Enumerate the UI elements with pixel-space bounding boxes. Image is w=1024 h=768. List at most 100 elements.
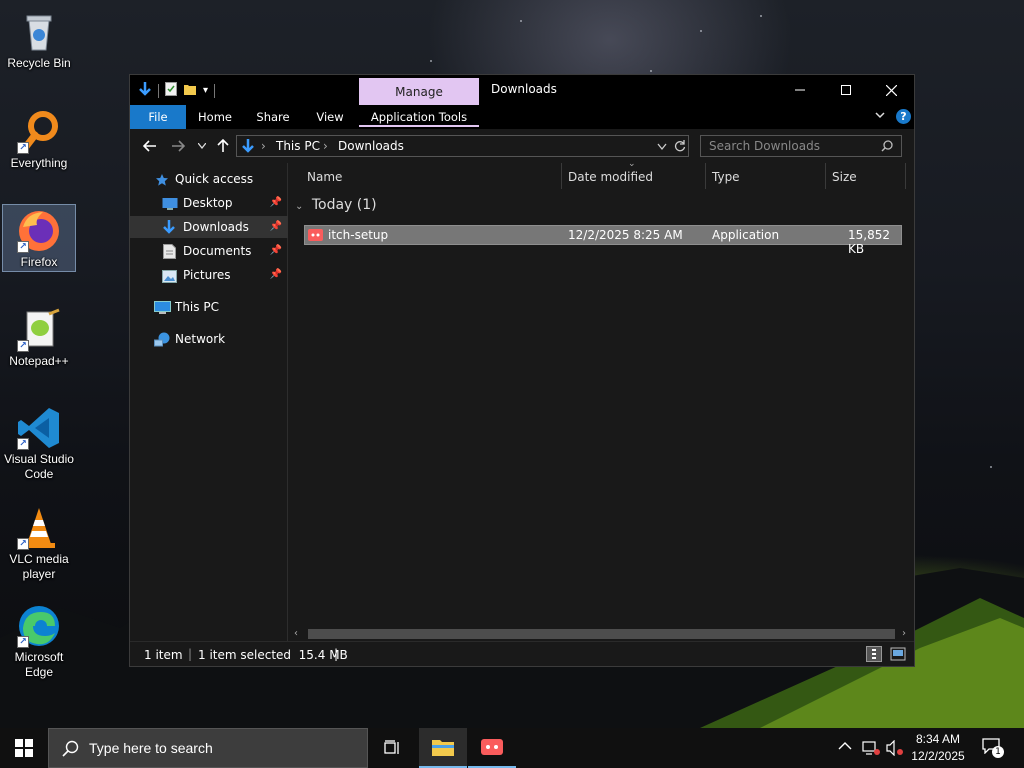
column-header-date-modified[interactable]: Date modified bbox=[568, 163, 653, 191]
breadcrumb-downloads[interactable]: Downloads bbox=[338, 139, 404, 153]
tab-application-tools[interactable]: Application Tools bbox=[359, 105, 479, 127]
nav-item-this-pc[interactable]: This PC bbox=[130, 296, 288, 318]
column-divider[interactable] bbox=[905, 163, 906, 189]
column-divider[interactable] bbox=[705, 163, 706, 189]
back-button[interactable] bbox=[142, 138, 158, 154]
taskbar-search-box[interactable]: Type here to search bbox=[48, 728, 368, 768]
minimize-button[interactable] bbox=[777, 75, 823, 105]
column-divider[interactable] bbox=[561, 163, 562, 189]
desktop-icon-notepad-plus-plus[interactable]: ↗ Notepad++ bbox=[2, 304, 76, 369]
close-button[interactable] bbox=[868, 75, 914, 105]
vscode-icon: ↗ bbox=[15, 404, 63, 452]
windows-logo-icon bbox=[15, 739, 33, 757]
pin-icon[interactable]: 📌 bbox=[270, 192, 282, 214]
shortcut-arrow-icon: ↗ bbox=[17, 538, 29, 550]
properties-icon[interactable] bbox=[165, 82, 177, 99]
help-icon[interactable]: ? bbox=[896, 109, 911, 124]
computer-icon bbox=[154, 300, 171, 314]
scrollbar-thumb[interactable] bbox=[308, 629, 895, 639]
search-input[interactable] bbox=[709, 139, 879, 153]
horizontal-scrollbar[interactable]: ‹ › bbox=[290, 627, 914, 641]
taskbar-itch[interactable] bbox=[468, 728, 516, 768]
expand-ribbon-chevron-icon[interactable] bbox=[874, 109, 886, 124]
details-view-button[interactable] bbox=[866, 646, 882, 662]
pin-icon[interactable]: 📌 bbox=[270, 216, 282, 238]
toolbar-divider bbox=[214, 83, 216, 98]
selection-info: 1 item selected 15.4 MB bbox=[198, 648, 348, 662]
itch-app-icon bbox=[481, 739, 503, 755]
desktop-icon-label: Microsoft Edge bbox=[14, 650, 64, 679]
item-count: 1 item bbox=[144, 648, 183, 662]
tab-file[interactable]: File bbox=[130, 105, 186, 129]
show-hidden-icons-chevron-icon[interactable] bbox=[838, 740, 852, 754]
nav-label: Documents bbox=[183, 244, 252, 258]
forward-button[interactable] bbox=[170, 138, 186, 154]
volume-muted-icon[interactable] bbox=[886, 739, 904, 759]
start-button[interactable] bbox=[0, 728, 48, 768]
itch-app-icon bbox=[308, 228, 323, 245]
column-header-type[interactable]: Type bbox=[712, 163, 740, 191]
system-clock[interactable]: 8:34 AM 12/2/2025 bbox=[906, 731, 970, 765]
new-folder-icon[interactable] bbox=[183, 82, 197, 99]
nav-label: Network bbox=[175, 332, 226, 346]
status-divider: | bbox=[188, 647, 193, 661]
breadcrumb-this-pc[interactable]: This PC bbox=[276, 139, 320, 153]
nav-item-quick-access[interactable]: Quick access bbox=[130, 168, 288, 190]
search-box[interactable] bbox=[700, 135, 902, 157]
downloads-location-icon bbox=[241, 138, 255, 157]
tab-home[interactable]: Home bbox=[190, 105, 240, 129]
pin-icon[interactable]: 📌 bbox=[270, 264, 282, 286]
column-divider[interactable] bbox=[825, 163, 826, 189]
refresh-icon[interactable] bbox=[674, 139, 686, 155]
notification-count-badge: 1 bbox=[992, 746, 1004, 758]
nav-item-downloads[interactable]: Downloads 📌 bbox=[130, 216, 288, 238]
star-icon bbox=[155, 172, 171, 186]
scroll-left-chevron-icon[interactable]: ‹ bbox=[294, 628, 298, 639]
group-header-today[interactable]: ⌄ Today (1) bbox=[295, 197, 377, 213]
taskbar-file-explorer[interactable] bbox=[419, 728, 467, 768]
nav-item-network[interactable]: Network bbox=[130, 328, 288, 350]
file-list: Name ⌄ Date modified Type Size ⌄ Today (… bbox=[289, 159, 914, 641]
shortcut-arrow-icon: ↗ bbox=[17, 636, 29, 648]
tab-share[interactable]: Share bbox=[247, 105, 299, 129]
tab-manage[interactable]: Manage bbox=[359, 78, 479, 105]
pictures-icon bbox=[162, 268, 178, 283]
breadcrumb-separator-icon: › bbox=[261, 139, 266, 153]
desktop-icon-edge[interactable]: ↗ Microsoft Edge bbox=[2, 600, 76, 680]
file-row[interactable]: itch-setup 12/2/2025 8:25 AM Application… bbox=[304, 225, 902, 256]
nav-item-documents[interactable]: Documents 📌 bbox=[130, 240, 288, 262]
nav-item-pictures[interactable]: Pictures 📌 bbox=[130, 264, 288, 286]
address-bar[interactable]: › This PC › Downloads bbox=[236, 135, 689, 157]
tab-view[interactable]: View bbox=[306, 105, 354, 129]
document-icon bbox=[163, 244, 179, 259]
collapse-chevron-icon: ⌄ bbox=[295, 201, 304, 212]
column-header-size[interactable]: Size bbox=[832, 163, 857, 191]
recent-locations-chevron-icon[interactable] bbox=[194, 138, 210, 154]
pin-icon[interactable]: 📌 bbox=[270, 240, 282, 262]
desktop-icon-vlc[interactable]: ↗ VLC media player bbox=[2, 502, 76, 582]
customize-toolbar-chevron-icon[interactable]: ▾ bbox=[203, 85, 208, 96]
large-icons-view-button[interactable] bbox=[890, 646, 906, 662]
shortcut-arrow-icon: ↗ bbox=[17, 340, 29, 352]
taskbar: Type here to search 8:34 AM 12/2/2025 1 bbox=[0, 728, 1024, 768]
scroll-right-chevron-icon[interactable]: › bbox=[902, 628, 906, 639]
desktop-icon-firefox[interactable]: ↗ Firefox bbox=[2, 204, 76, 272]
column-header-name[interactable]: Name bbox=[307, 163, 342, 191]
desktop-icon-label: Everything bbox=[10, 156, 68, 170]
desktop-icon-recycle-bin[interactable]: Recycle Bin bbox=[2, 6, 76, 71]
task-view-button[interactable] bbox=[368, 728, 416, 768]
quick-access-toolbar: ▾ bbox=[138, 81, 216, 100]
window-title: Downloads bbox=[491, 82, 557, 96]
network-status-icon[interactable] bbox=[862, 740, 880, 759]
action-center-button[interactable]: 1 bbox=[982, 738, 1004, 758]
status-bar: 1 item | 1 item selected 15.4 MB | bbox=[130, 641, 914, 666]
up-button[interactable] bbox=[215, 138, 231, 154]
shortcut-arrow-icon: ↗ bbox=[17, 241, 29, 253]
shortcut-arrow-icon: ↗ bbox=[17, 438, 29, 450]
maximize-button[interactable] bbox=[823, 75, 869, 105]
address-dropdown-chevron-icon[interactable] bbox=[657, 140, 667, 154]
desktop-icon-vscode[interactable]: ↗ Visual Studio Code bbox=[2, 402, 76, 482]
file-name: itch-setup bbox=[328, 228, 389, 242]
nav-item-desktop[interactable]: Desktop 📌 bbox=[130, 192, 288, 214]
desktop-icon-everything[interactable]: ↗ Everything bbox=[2, 106, 76, 171]
